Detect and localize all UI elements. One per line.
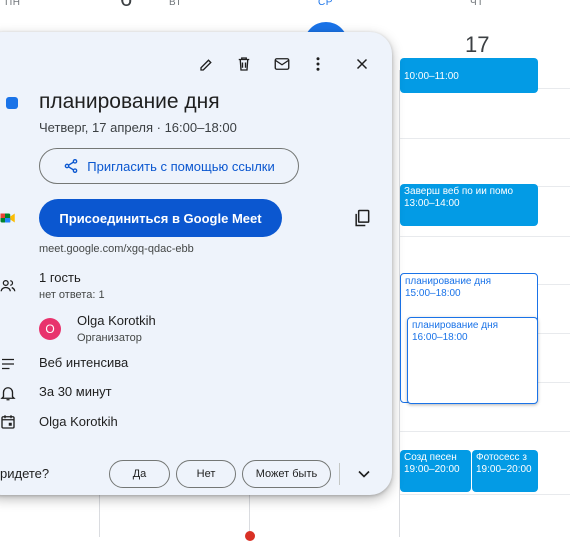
- calendar-event[interactable]: Созд песен 19:00–20:00: [400, 450, 471, 492]
- share-icon: [64, 159, 78, 173]
- copy-icon[interactable]: [352, 208, 372, 228]
- invite-link-button[interactable]: Пригласить с помощью ссылки: [39, 148, 299, 184]
- event-title: Фотосесс з: [476, 452, 527, 463]
- day-number-partial[interactable]: 6: [120, 0, 132, 12]
- day-header-thu: ЧТ: [470, 0, 484, 8]
- meet-link[interactable]: meet.google.com/xgq-qdac-ebb: [39, 243, 194, 255]
- calendar-event[interactable]: 10:00–11:00: [400, 58, 538, 93]
- event-time: 19:00–20:00: [404, 464, 460, 475]
- guests-status: нет ответа: 1: [39, 289, 105, 301]
- event-time: 19:00–20:00: [476, 464, 532, 475]
- event-details-popup: планирование дня Четверг, 17 апреля · 16…: [0, 32, 392, 495]
- event-title: Созд песен: [404, 452, 457, 463]
- event-time: 16:00–18:00: [412, 332, 468, 343]
- event-title: планирование дня: [39, 90, 220, 113]
- hour-line: [400, 236, 570, 237]
- rsvp-no-button[interactable]: Нет: [176, 460, 236, 488]
- calendar-event[interactable]: Заверш веб по ии помо 13:00–14:00: [400, 184, 538, 226]
- day-number-thu[interactable]: 17: [465, 32, 489, 58]
- chevron-down-icon[interactable]: [354, 464, 374, 484]
- event-title: Заверш веб по ии помо: [404, 186, 513, 197]
- close-icon[interactable]: [350, 52, 374, 76]
- rsvp-question: ридете?: [0, 466, 50, 481]
- google-meet-icon: [0, 208, 18, 228]
- event-datetime: Четверг, 17 апреля · 16:00–18:00: [39, 120, 237, 135]
- event-title: планирование дня: [405, 276, 492, 287]
- current-time-indicator: [245, 531, 255, 541]
- calendar-icon: [0, 412, 18, 432]
- description-icon: [0, 354, 18, 374]
- avatar[interactable]: O: [39, 318, 61, 340]
- calendar-event[interactable]: Фотосесс з 19:00–20:00: [472, 450, 538, 492]
- guests-count: 1 гость: [39, 270, 81, 285]
- delete-icon[interactable]: [232, 52, 256, 76]
- organizer-name[interactable]: Olga Korotkih: [77, 313, 156, 328]
- rsvp-divider: [339, 463, 340, 485]
- day-header-wed: СР: [318, 0, 333, 8]
- event-description: Веб интенсива: [39, 355, 129, 370]
- hour-line: [400, 431, 570, 432]
- rsvp-yes-button[interactable]: Да: [109, 460, 170, 488]
- email-icon[interactable]: [270, 52, 294, 76]
- people-icon: [0, 276, 18, 296]
- hour-line: [400, 494, 570, 495]
- hour-line: [400, 138, 570, 139]
- bell-icon: [0, 383, 18, 403]
- event-color-swatch: [6, 97, 18, 109]
- calendar-owner: Olga Korotkih: [39, 414, 118, 429]
- event-time: 10:00–11:00: [404, 71, 459, 82]
- event-time: 15:00–18:00: [405, 288, 461, 299]
- join-meet-button[interactable]: Присоединиться в Google Meet: [39, 199, 282, 237]
- event-title: планирование дня: [412, 320, 499, 331]
- edit-icon[interactable]: [195, 52, 219, 76]
- reminder: За 30 минут: [39, 384, 112, 399]
- organizer-role: Организатор: [77, 332, 142, 344]
- invite-link-label: Пригласить с помощью ссылки: [87, 158, 275, 174]
- rsvp-maybe-button[interactable]: Может быть: [242, 460, 331, 488]
- event-time: 13:00–14:00: [404, 198, 460, 209]
- calendar-event-selected[interactable]: планирование дня 16:00–18:00: [407, 317, 538, 404]
- day-header-mon: ПН: [5, 0, 21, 8]
- more-icon[interactable]: [306, 52, 330, 76]
- day-header-tue: ВТ: [169, 0, 183, 8]
